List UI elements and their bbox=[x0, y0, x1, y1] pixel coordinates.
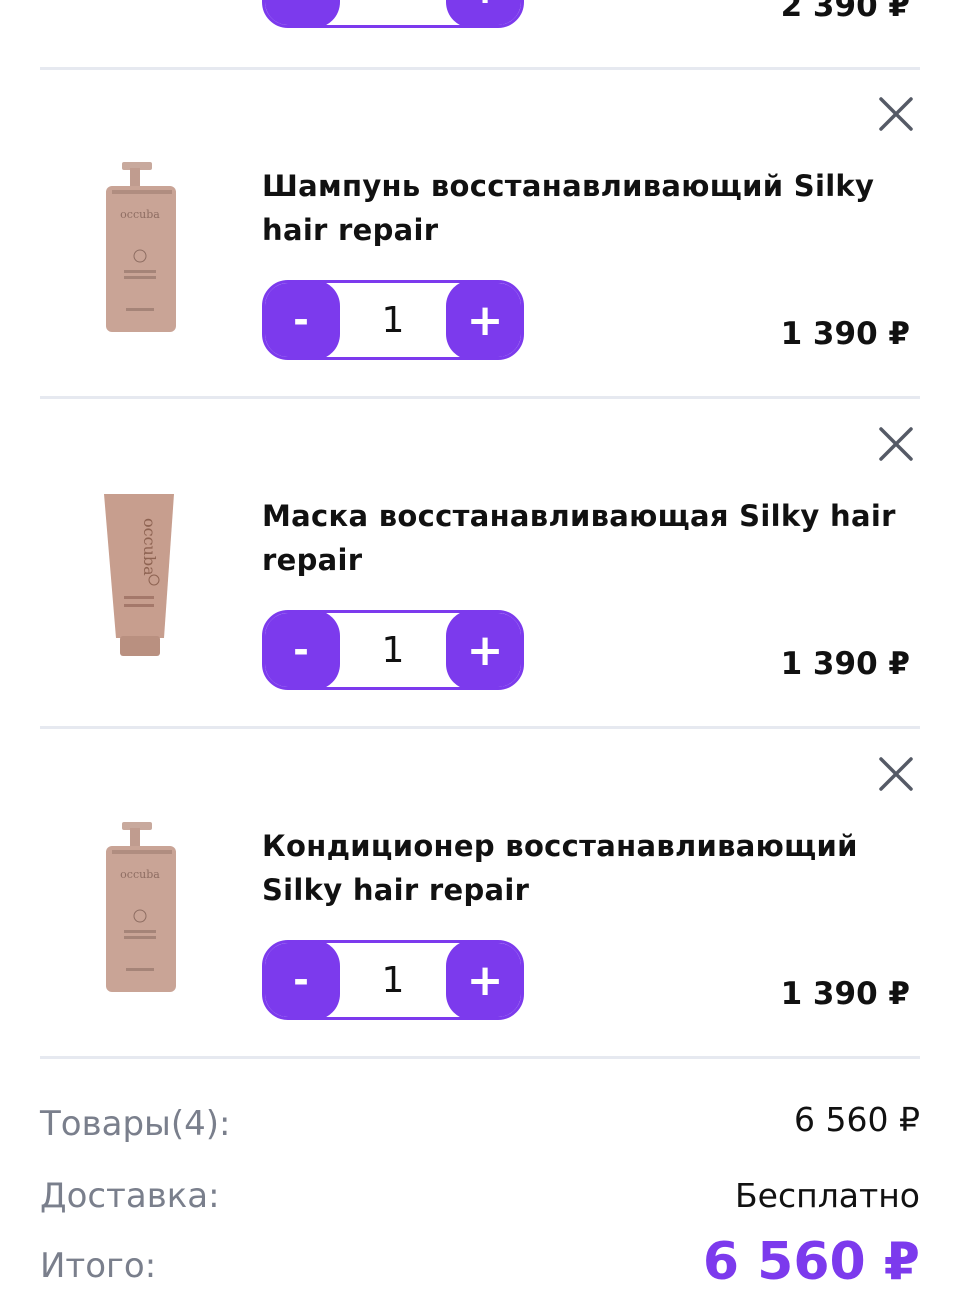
svg-text:occuba: occuba bbox=[140, 518, 159, 576]
quantity-stepper-top: - 1 + bbox=[262, 0, 524, 28]
increase-button[interactable]: + bbox=[446, 943, 521, 1017]
svg-text:occuba: occuba bbox=[120, 868, 160, 881]
goods-count-label: Товары(4): bbox=[40, 1104, 231, 1144]
quantity-stepper: - 1 + bbox=[262, 940, 524, 1020]
divider bbox=[40, 396, 920, 399]
item-price: 2 390 ₽ bbox=[780, 0, 910, 24]
quantity-value[interactable]: 1 bbox=[343, 613, 443, 687]
item-title[interactable]: Шампунь восстанавливающий Silky hair rep… bbox=[262, 164, 912, 252]
total-label: Итого: bbox=[40, 1246, 157, 1286]
remove-item-button[interactable] bbox=[878, 756, 914, 792]
conditioner-bottle-icon: occuba bbox=[106, 822, 176, 992]
increase-button[interactable]: + bbox=[446, 283, 521, 357]
close-icon bbox=[879, 427, 913, 461]
divider bbox=[40, 726, 920, 729]
remove-item-button[interactable] bbox=[878, 426, 914, 462]
quantity-value[interactable]: 1 bbox=[343, 943, 443, 1017]
delivery-value: Бесплатно bbox=[735, 1176, 920, 1215]
quantity-value: 1 bbox=[343, 0, 443, 25]
close-icon bbox=[879, 97, 913, 131]
svg-text:occuba: occuba bbox=[120, 208, 160, 221]
decrease-button[interactable]: - bbox=[265, 0, 340, 25]
remove-item-button[interactable] bbox=[878, 96, 914, 132]
quantity-stepper: - 1 + bbox=[262, 610, 524, 690]
close-icon bbox=[879, 757, 913, 791]
divider bbox=[40, 1056, 920, 1059]
item-price: 1 390 ₽ bbox=[780, 646, 910, 682]
delivery-label: Доставка: bbox=[40, 1176, 220, 1216]
item-price: 1 390 ₽ bbox=[780, 316, 910, 352]
item-price: 1 390 ₽ bbox=[780, 976, 910, 1012]
total-value: 6 560 ₽ bbox=[702, 1232, 920, 1292]
increase-button[interactable]: + bbox=[446, 613, 521, 687]
decrease-button[interactable]: - bbox=[265, 613, 340, 687]
goods-total-value: 6 560 ₽ bbox=[794, 1100, 920, 1139]
decrease-button[interactable]: - bbox=[265, 283, 340, 357]
divider bbox=[40, 67, 920, 70]
shampoo-bottle-icon: occuba bbox=[106, 162, 176, 332]
decrease-button[interactable]: - bbox=[265, 943, 340, 1017]
quantity-value[interactable]: 1 bbox=[343, 283, 443, 357]
hair-mask-tube-icon: occuba bbox=[104, 494, 174, 656]
increase-button[interactable]: + bbox=[446, 0, 521, 25]
item-title[interactable]: Кондиционер восстанавливающий Silky hair… bbox=[262, 824, 912, 912]
item-title[interactable]: Маска восстанавливающая Silky hair repai… bbox=[262, 494, 912, 582]
quantity-stepper: - 1 + bbox=[262, 280, 524, 360]
